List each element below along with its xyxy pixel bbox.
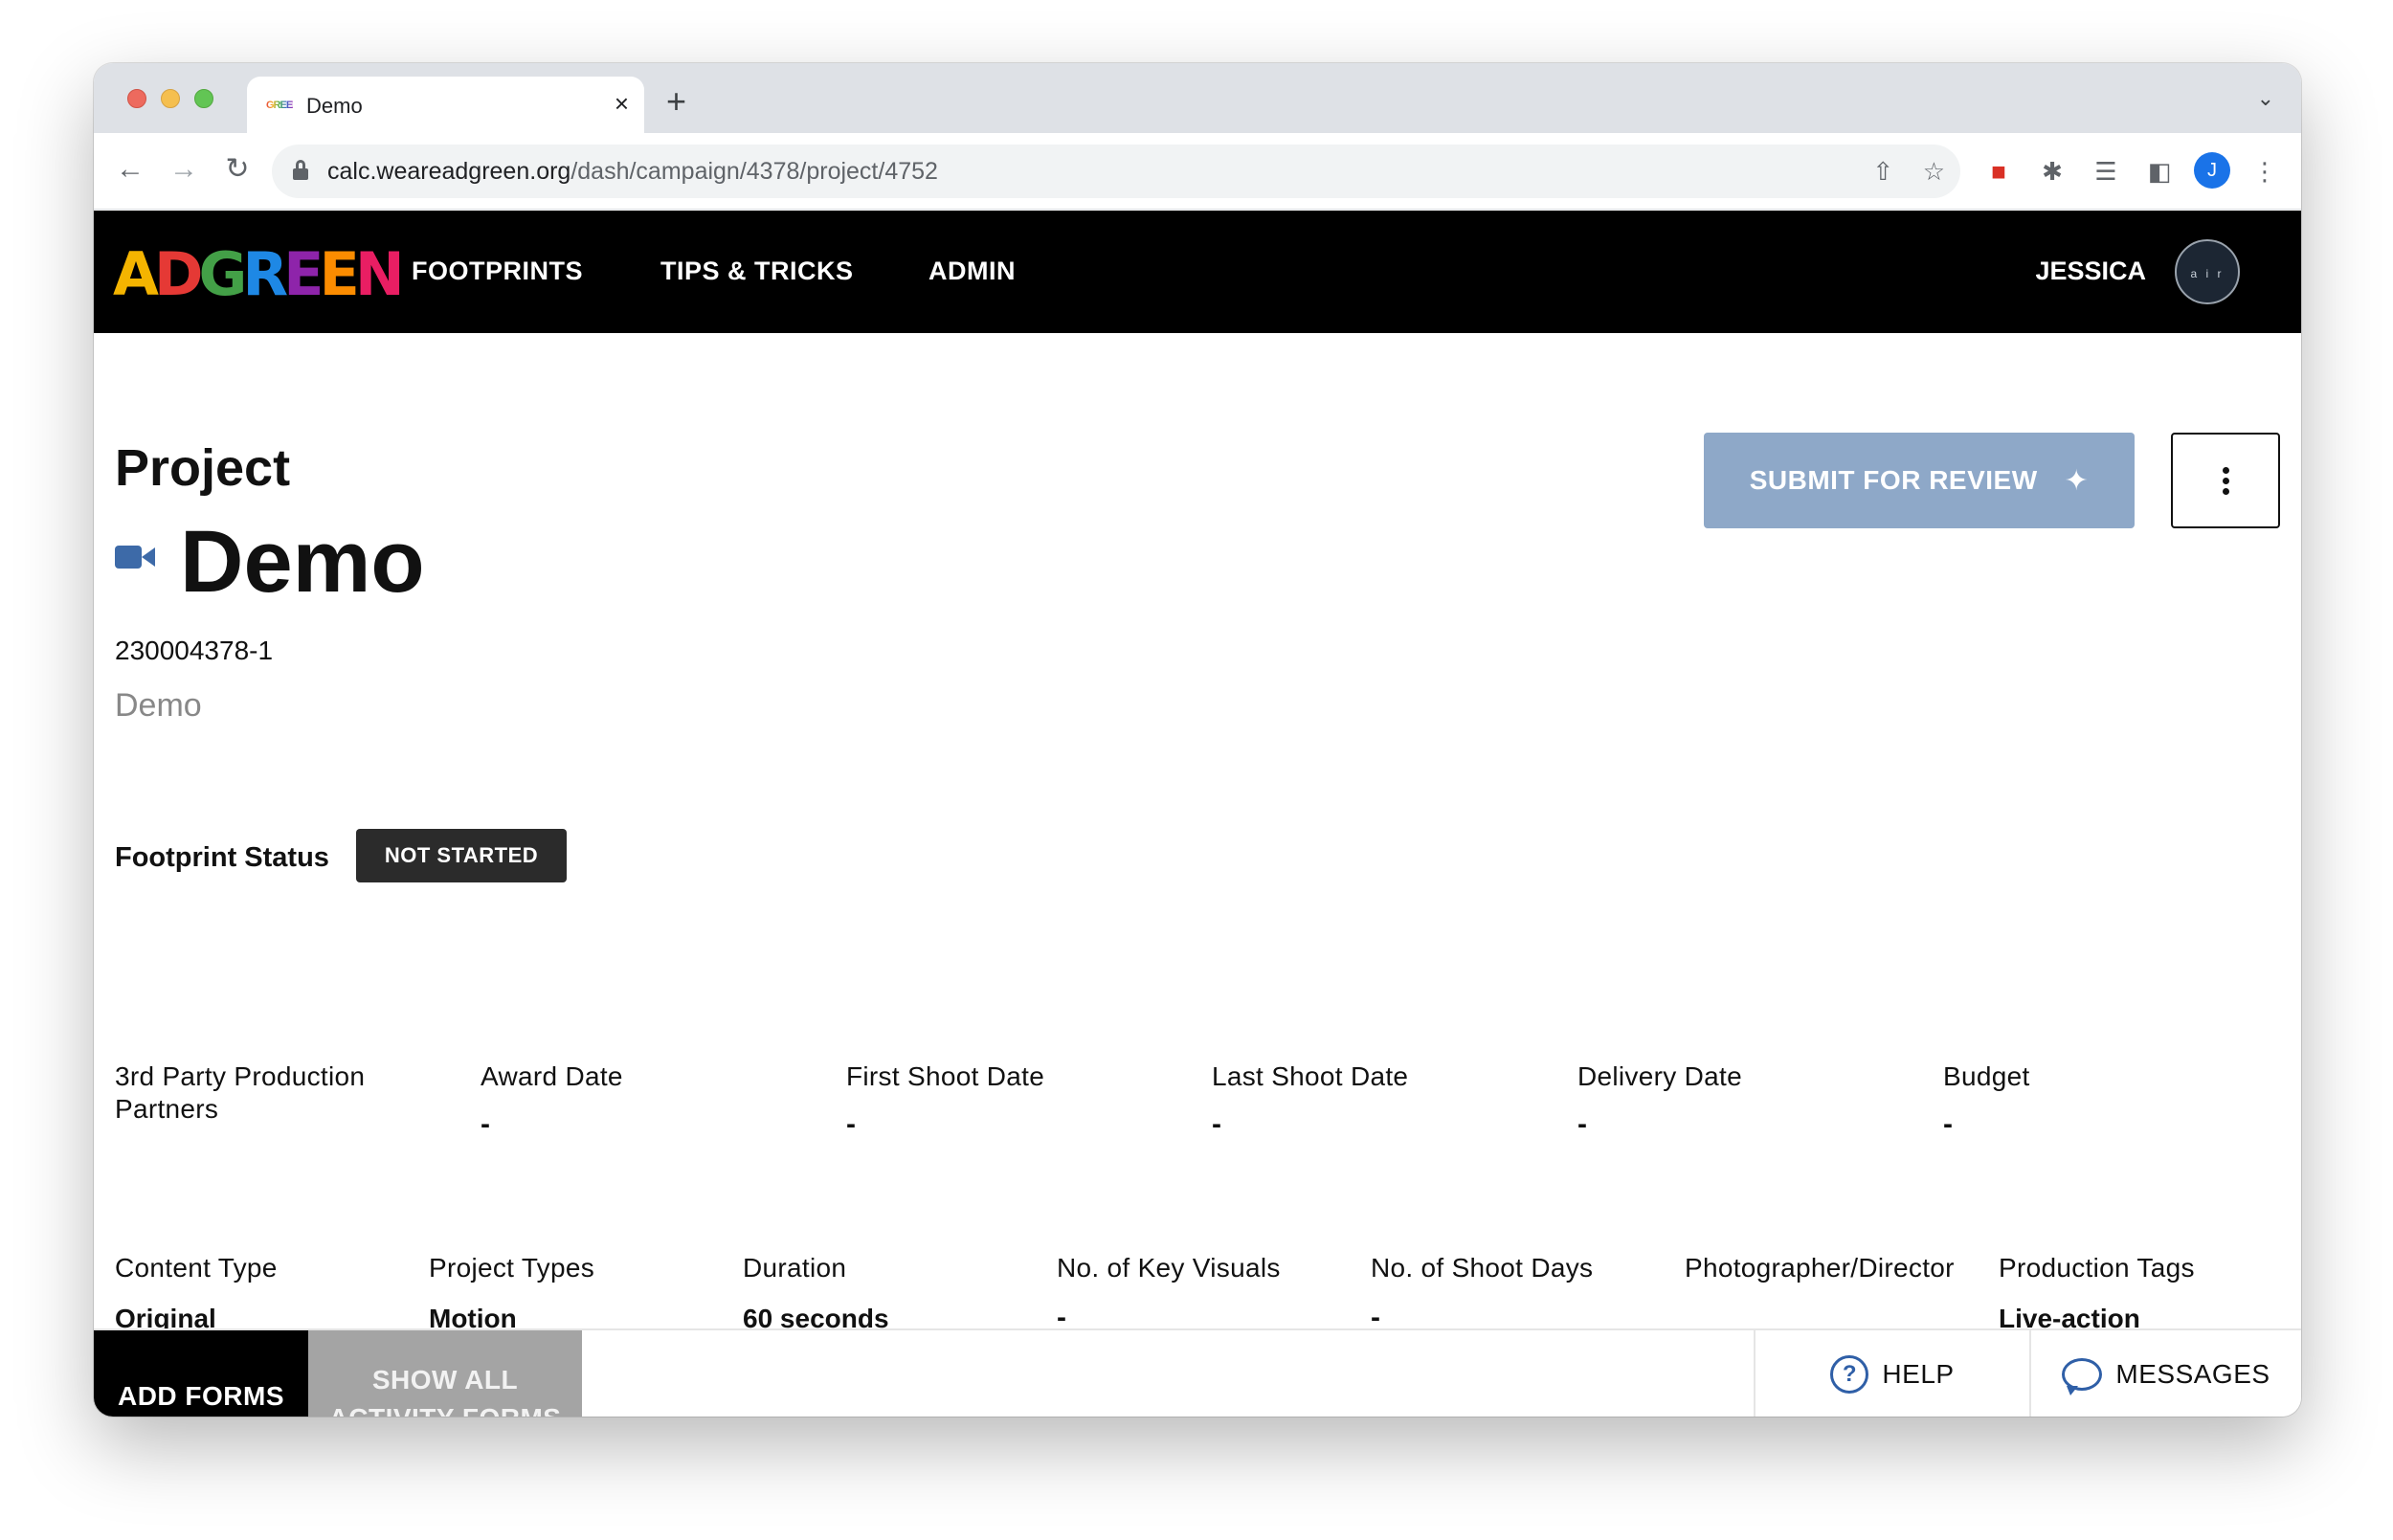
lock-icon[interactable] <box>293 160 308 181</box>
user-name[interactable]: JESSICA <box>2035 257 2146 286</box>
messages-label: MESSAGES <box>2115 1359 2270 1389</box>
close-tab-icon[interactable]: × <box>615 90 629 117</box>
field-value: - <box>1943 1108 1953 1140</box>
more-options-button[interactable] <box>2171 433 2280 528</box>
bottom-action-bar: ADD FORMS SHOW ALL ACTIVITY FORMS ? HELP… <box>94 1328 2301 1417</box>
extension-icon[interactable]: ■ <box>1981 154 2016 189</box>
back-icon[interactable]: ← <box>109 148 151 190</box>
new-tab-button[interactable]: + <box>666 84 686 119</box>
tab-demo[interactable]: GREEN Demo × <box>247 77 644 133</box>
field-label: Photographer/Director <box>1685 1253 1955 1283</box>
field-label: Duration <box>743 1253 847 1283</box>
share-icon[interactable]: ⇧ <box>1872 156 1893 187</box>
field-label: No. of Shoot Days <box>1371 1253 1594 1283</box>
browser-toolbar: ← → ↻ calc.weareadgreen.org/dash/campaig… <box>94 133 2301 210</box>
profile-avatar[interactable]: J <box>2194 152 2230 189</box>
show-all-activity-forms-button[interactable]: SHOW ALL ACTIVITY FORMS <box>308 1330 582 1417</box>
media-icon[interactable]: ☰ <box>2089 154 2123 189</box>
field-value: - <box>846 1108 856 1140</box>
help-icon: ? <box>1830 1355 1869 1394</box>
zoom-window-button[interactable] <box>194 89 213 108</box>
field-label: Budget <box>1943 1061 2030 1091</box>
field-label: Last Shoot Date <box>1212 1061 1409 1091</box>
adgreen-logo[interactable]: ADGREEN <box>113 245 405 304</box>
close-window-button[interactable] <box>127 89 146 108</box>
reload-icon[interactable]: ↻ <box>216 148 258 190</box>
help-label: HELP <box>1882 1359 1955 1389</box>
tab-search-chevron-icon[interactable]: ⌄ <box>2257 86 2274 111</box>
browser-window: GREEN Demo × + ⌄ ← → ↻ calc.weareadgreen… <box>94 63 2301 1417</box>
field-value: - <box>481 1108 490 1140</box>
field-label: Content Type <box>115 1253 278 1283</box>
project-name: Demo <box>180 513 425 611</box>
add-forms-button[interactable]: ADD FORMS <box>94 1330 308 1417</box>
nav-footprints[interactable]: FOOTPRINTS <box>412 257 583 286</box>
field-label: No. of Key Visuals <box>1057 1253 1281 1283</box>
messages-button[interactable]: MESSAGES <box>2029 1330 2301 1417</box>
field-label: 3rd Party Production Partners <box>115 1061 366 1124</box>
camera-icon <box>115 544 155 570</box>
field-label: Award Date <box>481 1061 623 1091</box>
tab-title: Demo <box>306 94 363 118</box>
footprint-status-label: Footprint Status <box>115 842 329 873</box>
app-header: ADGREEN FOOTPRINTS TIPS & TRICKS ADMIN J… <box>94 211 2301 333</box>
adgreen-favicon-icon: GREEN <box>266 96 300 115</box>
star-icon[interactable]: ☆ <box>1923 156 1945 187</box>
forward-icon[interactable]: → <box>163 148 205 190</box>
kebab-icon[interactable]: ⋮ <box>2248 154 2282 189</box>
status-badge: NOT STARTED <box>356 829 567 882</box>
field-label: Project Types <box>429 1253 595 1283</box>
tab-strip: GREEN Demo × + ⌄ <box>94 63 2301 133</box>
field-value: - <box>1212 1108 1221 1140</box>
field-label: Production Tags <box>1999 1253 2195 1283</box>
wand-icon: ✦ <box>2064 464 2090 497</box>
nav-admin[interactable]: ADMIN <box>928 257 1016 286</box>
project-id: 230004378-1 <box>115 636 274 665</box>
url-text[interactable]: calc.weareadgreen.org/dash/campaign/4378… <box>327 158 938 186</box>
kebab-icon <box>2222 466 2229 495</box>
submit-label: SUBMIT FOR REVIEW <box>1749 465 2038 495</box>
page-title: Project <box>115 439 291 497</box>
puzzle-icon[interactable]: ✱ <box>2035 154 2069 189</box>
chat-icon <box>2062 1358 2103 1395</box>
field-label: Delivery Date <box>1577 1061 1742 1091</box>
nav-tips-tricks[interactable]: TIPS & TRICKS <box>660 257 854 286</box>
user-avatar[interactable]: a i r <box>2175 239 2240 304</box>
field-label: First Shoot Date <box>846 1061 1045 1091</box>
help-button[interactable]: ? HELP <box>1754 1330 2029 1417</box>
project-subtitle: Demo <box>115 687 202 724</box>
minimize-window-button[interactable] <box>161 89 180 108</box>
address-bar[interactable]: calc.weareadgreen.org/dash/campaign/4378… <box>272 145 1960 198</box>
project-detail: Project SUBMIT FOR REVIEW ✦ Demo 2300043… <box>94 333 2301 1395</box>
sidepanel-icon[interactable]: ◧ <box>2142 154 2177 189</box>
submit-for-review-button[interactable]: SUBMIT FOR REVIEW ✦ <box>1704 433 2135 528</box>
field-value: - <box>1577 1108 1587 1140</box>
